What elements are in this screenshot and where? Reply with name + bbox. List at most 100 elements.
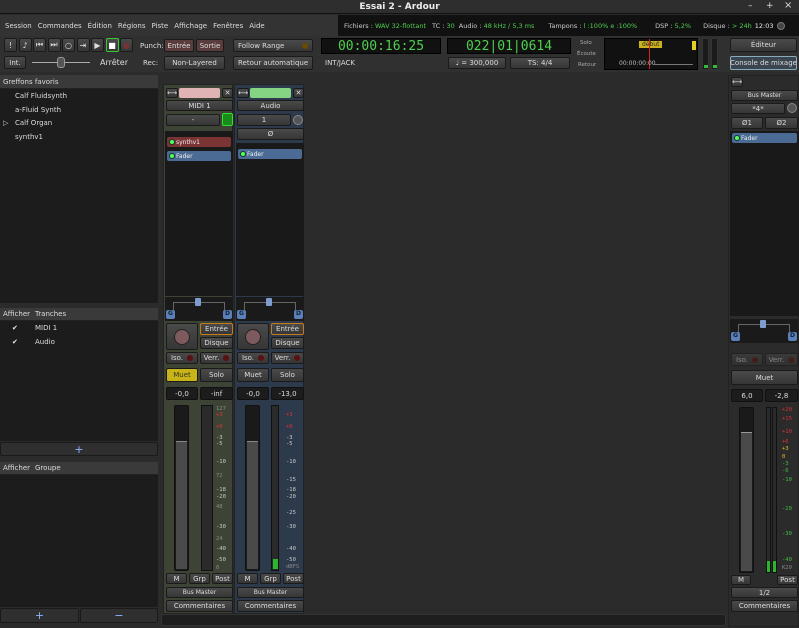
solo-lock-button[interactable]: Verr.	[200, 352, 233, 364]
output-button[interactable]: Bus Master	[237, 587, 304, 598]
gain-fader[interactable]	[245, 405, 260, 571]
color-bar[interactable]	[179, 88, 220, 98]
follow-range-button[interactable]: Follow Range	[233, 39, 313, 52]
solo-isolate-button[interactable]: Iso.	[237, 352, 269, 364]
post-button[interactable]: Post	[283, 573, 304, 584]
add-strip-button[interactable]: +	[0, 442, 158, 456]
record-arm-button[interactable]	[166, 323, 198, 350]
sync-source[interactable]: INT/JACK	[325, 59, 355, 67]
record-arm-button[interactable]	[237, 323, 269, 350]
input-button[interactable]: -	[166, 114, 220, 126]
processor-fader[interactable]: Fader	[167, 151, 231, 161]
shuttle-handle[interactable]	[57, 57, 65, 68]
gain-display[interactable]: -0,0	[237, 387, 269, 400]
gain-fader[interactable]	[174, 405, 189, 571]
favorite-plugin[interactable]: Calf Fluidsynth	[15, 92, 67, 100]
midi-input-icon[interactable]	[222, 113, 233, 126]
width-toggle-button[interactable]: ⟷	[166, 88, 178, 98]
play-button[interactable]: ▶	[91, 38, 104, 52]
status-icon[interactable]	[776, 21, 785, 30]
midi-panic-button[interactable]: !	[4, 38, 17, 52]
m-button[interactable]: M	[731, 575, 751, 585]
monitor-disk-button[interactable]: Disque	[271, 337, 304, 349]
phase-invert-1-button[interactable]: Ø1	[731, 117, 763, 129]
strips-column-header[interactable]: Tranches	[35, 310, 66, 318]
monitor-input-button[interactable]: Entrée	[200, 323, 233, 335]
solo-lock-button[interactable]: Verr.	[765, 353, 798, 366]
add-group-button[interactable]: +	[0, 608, 79, 623]
remove-group-button[interactable]: −	[80, 608, 158, 623]
metronome-button[interactable]: ♪	[18, 38, 32, 52]
color-bar[interactable]	[250, 88, 291, 98]
ecoute-indicator[interactable]: Écoute	[577, 51, 596, 57]
comments-button[interactable]: Commentaires	[731, 600, 798, 612]
expander-icon[interactable]: ▷	[3, 119, 8, 127]
close-button[interactable]: ×	[784, 0, 792, 11]
phase-invert-2-button[interactable]: Ø2	[765, 117, 798, 129]
solo-lock-button[interactable]: Verr.	[271, 352, 304, 364]
solo-indicator[interactable]: Solo	[580, 40, 592, 46]
mute-button[interactable]: Muet	[237, 368, 269, 382]
goto-start-button[interactable]: ⏮	[33, 38, 46, 52]
input-button[interactable]: 1	[237, 114, 291, 126]
trim-knob-icon[interactable]	[787, 103, 797, 113]
processor-synthv1[interactable]: synthv1	[167, 137, 231, 147]
mixer-button[interactable]: Console de mixage	[730, 56, 797, 70]
peak-display[interactable]: -inf	[200, 387, 233, 400]
input-button[interactable]: *4*	[731, 103, 785, 114]
show-column-header[interactable]: Afficher	[3, 464, 30, 472]
strip-visible-checkbox[interactable]: ✔	[12, 324, 18, 332]
strip-name-button[interactable]: MIDI 1	[166, 100, 233, 111]
processor-fader[interactable]: Fader	[732, 133, 797, 143]
processor-box[interactable]: Fader	[236, 143, 304, 296]
horizontal-scrollbar[interactable]	[161, 614, 726, 626]
menu-aide[interactable]: Aide	[249, 22, 264, 30]
menu-régions[interactable]: Régions	[118, 22, 146, 30]
menu-fenêtres[interactable]: Fenêtres	[213, 22, 243, 30]
hide-strip-button[interactable]: ✕	[222, 88, 233, 98]
minimize-button[interactable]: –	[748, 1, 753, 11]
m-button[interactable]: M	[166, 573, 187, 584]
editor-button[interactable]: Éditeur	[730, 38, 797, 52]
solo-button[interactable]: Solo	[271, 368, 304, 382]
favorite-plugin[interactable]: a-Fluid Synth	[15, 106, 61, 114]
panner[interactable]: GD	[165, 297, 233, 321]
auto-return-button[interactable]: Retour automatique	[233, 56, 313, 70]
strip-name-button[interactable]: Audio	[237, 100, 304, 111]
post-button[interactable]: Post	[777, 575, 798, 585]
panner-handle[interactable]	[266, 298, 272, 306]
monitor-disk-button[interactable]: Disque	[200, 337, 233, 349]
secondary-clock[interactable]: 022|01|0614	[447, 38, 571, 54]
punch-in-button[interactable]: Entrée	[164, 39, 194, 52]
menu-édition[interactable]: Édition	[88, 22, 112, 30]
menu-affichage[interactable]: Affichage	[174, 22, 207, 30]
grp-button[interactable]: Grp	[189, 573, 210, 584]
punch-out-button[interactable]: Sortie	[196, 39, 224, 52]
gain-display[interactable]: -0,0	[166, 387, 198, 400]
menu-piste[interactable]: Piste	[152, 22, 169, 30]
retour-indicator[interactable]: Retour	[578, 62, 596, 68]
gain-fader[interactable]	[739, 407, 754, 573]
processor-box[interactable]: Fader	[730, 131, 799, 316]
panner-handle[interactable]	[195, 298, 201, 306]
goto-end-button[interactable]: ⏭	[47, 38, 61, 52]
record-button[interactable]: ●	[120, 38, 133, 52]
monitor-input-button[interactable]: Entrée	[271, 323, 304, 335]
phase-invert-button[interactable]: Ø	[237, 128, 304, 140]
processor-box[interactable]: synthv1 Fader	[165, 131, 233, 296]
menu-session[interactable]: Session	[5, 22, 32, 30]
post-button[interactable]: Post	[212, 573, 233, 584]
panner[interactable]: GD	[236, 297, 304, 321]
strip-visible-checkbox[interactable]: ✔	[12, 338, 18, 346]
peak-display[interactable]: -13,0	[271, 387, 304, 400]
solo-button[interactable]: Solo	[200, 368, 233, 382]
maximize-button[interactable]: +	[766, 1, 774, 11]
play-range-button[interactable]: ⇥	[76, 38, 90, 52]
panner[interactable]: GD	[730, 319, 798, 343]
hide-strip-button[interactable]: ✕	[293, 88, 304, 98]
peak-display[interactable]: -2,8	[765, 389, 798, 402]
width-toggle-button[interactable]: ⟷	[237, 88, 249, 98]
trim-knob-icon[interactable]	[293, 115, 303, 125]
grp-button[interactable]: Grp	[260, 573, 281, 584]
processor-fader[interactable]: Fader	[238, 149, 302, 159]
